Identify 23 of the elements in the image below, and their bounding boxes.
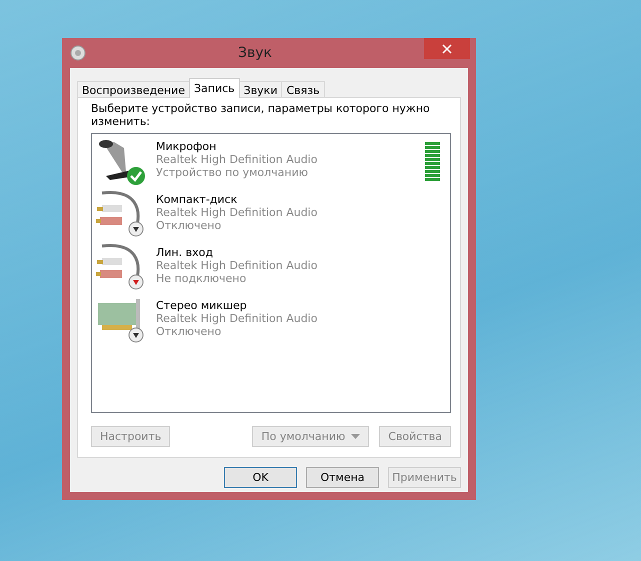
device-icon [98,299,140,333]
device-name[interactable]: Лин. вход [156,246,446,259]
device-status: Отключено [156,325,222,338]
dialog-button[interactable]: Отмена [306,467,379,488]
device-status: Отключено [156,219,222,232]
device-driver: Realtek High Definition Audio [156,312,318,325]
tab[interactable]: Связь [281,81,325,98]
device-driver: Realtek High Definition Audio [156,153,318,166]
device-name[interactable]: Микрофон [156,140,425,153]
device-status: Не подключено [156,272,248,285]
instruction-text: Выберите устройство записи, параметры которого нужно изменить: [91,102,431,128]
close-icon [442,44,452,54]
dialog-button[interactable]: OK [224,467,297,488]
tab[interactable]: Воспроизведение [77,81,190,98]
device-name[interactable]: Стерео микшер [156,299,446,312]
device-driver: Realtek High Definition Audio [156,206,318,219]
device-status: Устройство по умолчанию [156,166,310,179]
speaker-icon [70,45,86,61]
device-name[interactable]: Компакт-диск [156,193,446,206]
device-driver: Realtek High Definition Audio [156,259,318,272]
window-title: Звук [237,45,273,61]
close-button[interactable] [424,38,470,59]
tab[interactable]: Запись [188,78,240,98]
